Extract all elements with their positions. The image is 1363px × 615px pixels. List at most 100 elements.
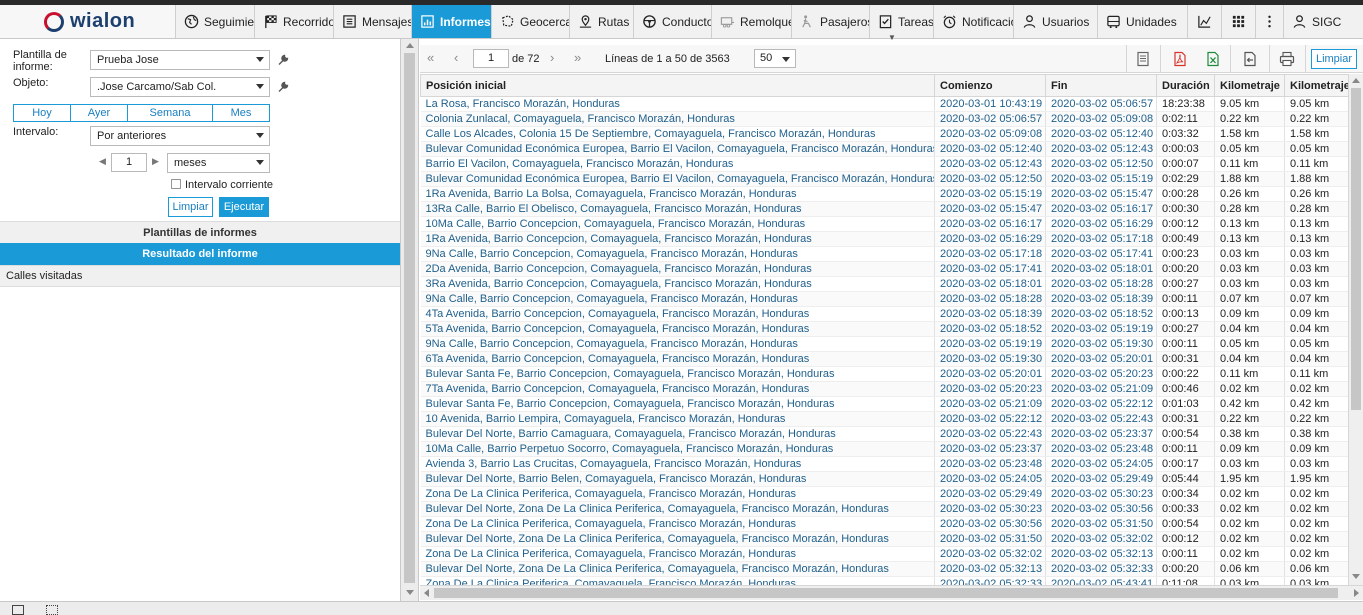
table-row[interactable]: Zona De La Clinica Periferica, Comayague… — [420, 486, 1348, 502]
end-time-cell[interactable]: 2020-03-02 05:15:19 — [1045, 171, 1157, 187]
tab-geocercas[interactable]: Geocercas — [492, 5, 570, 38]
start-time-cell[interactable]: 2020-03-02 05:24:05 — [934, 471, 1046, 487]
end-time-cell[interactable]: 2020-03-02 05:29:49 — [1045, 471, 1157, 487]
decrement-arrow-icon[interactable]: ◀ — [99, 156, 106, 167]
column-header-end-time[interactable]: Fin — [1045, 74, 1157, 97]
period-yesterday-button[interactable]: Ayer — [71, 105, 128, 121]
start-time-cell[interactable]: 2020-03-02 05:12:40 — [934, 141, 1046, 157]
scroll-up-icon[interactable] — [406, 43, 414, 48]
page-size-select[interactable]: 50 — [754, 49, 796, 68]
last-page-icon[interactable]: » — [574, 50, 581, 65]
table-row[interactable]: 6Ta Avenida, Barrio Concepcion, Comayagu… — [420, 351, 1348, 367]
start-position-cell[interactable]: 6Ta Avenida, Barrio Concepcion, Comayagu… — [420, 351, 935, 367]
start-position-cell[interactable]: 9Na Calle, Barrio Concepcion, Comayaguel… — [420, 246, 935, 262]
stats-button[interactable] — [1188, 5, 1222, 38]
table-row[interactable]: 10 Avenida, Barrio Lempira, Comayaguela,… — [420, 411, 1348, 427]
end-time-cell[interactable]: 2020-03-02 05:18:28 — [1045, 276, 1157, 292]
end-time-cell[interactable]: 2020-03-02 05:16:29 — [1045, 216, 1157, 232]
end-time-cell[interactable]: 2020-03-02 05:30:23 — [1045, 486, 1157, 502]
clear-report-button[interactable]: Limpiar — [1311, 49, 1357, 69]
start-position-cell[interactable]: Bulevar Del Norte, Zona De La Clinica Pe… — [420, 531, 935, 547]
table-row[interactable]: Colonia Zunlacal, Comayaguela, Francisco… — [420, 111, 1348, 127]
start-time-cell[interactable]: 2020-03-02 05:29:49 — [934, 486, 1046, 502]
end-time-cell[interactable]: 2020-03-02 05:20:23 — [1045, 366, 1157, 382]
start-time-cell[interactable]: 2020-03-02 05:17:41 — [934, 261, 1046, 277]
tab-mensajes[interactable]: Mensajes — [334, 5, 412, 38]
table-row[interactable]: 10Ma Calle, Barrio Perpetuo Socorro, Com… — [420, 441, 1348, 457]
scroll-down-icon[interactable] — [1352, 574, 1360, 579]
scroll-down-icon[interactable] — [406, 590, 414, 595]
start-position-cell[interactable]: 10Ma Calle, Barrio Concepcion, Comayague… — [420, 216, 935, 232]
end-time-cell[interactable]: 2020-03-02 05:24:05 — [1045, 456, 1157, 472]
end-time-cell[interactable]: 2020-03-02 05:18:01 — [1045, 261, 1157, 277]
end-time-cell[interactable]: 2020-03-02 05:09:08 — [1045, 111, 1157, 127]
end-time-cell[interactable]: 2020-03-02 05:12:50 — [1045, 156, 1157, 172]
start-position-cell[interactable]: Barrio El Vacilon, Comayaguela, Francisc… — [420, 156, 935, 172]
table-row[interactable]: Bulevar Comunidad Económica Europea, Bar… — [420, 171, 1348, 187]
end-time-cell[interactable]: 2020-03-02 05:21:09 — [1045, 381, 1157, 397]
table-row[interactable]: 9Na Calle, Barrio Concepcion, Comayaguel… — [420, 291, 1348, 307]
end-time-cell[interactable]: 2020-03-02 05:43:41 — [1045, 576, 1157, 585]
wialon-logo[interactable]: wialon — [0, 5, 176, 38]
start-position-cell[interactable]: 13Ra Calle, Barrio El Obelisco, Comayagu… — [420, 201, 935, 217]
start-position-cell[interactable]: Colonia Zunlacal, Comayaguela, Francisco… — [420, 111, 935, 127]
table-row[interactable]: 9Na Calle, Barrio Concepcion, Comayaguel… — [420, 336, 1348, 352]
start-position-cell[interactable]: Bulevar Santa Fe, Barrio Concepcion, Com… — [420, 366, 935, 382]
current-interval-checkbox[interactable] — [171, 179, 181, 189]
start-position-cell[interactable]: 4Ta Avenida, Barrio Concepcion, Comayagu… — [420, 306, 935, 322]
apps-grid-button[interactable] — [1222, 5, 1256, 38]
report-result-section[interactable]: Resultado del informe — [0, 243, 400, 265]
grid-layout-icon[interactable] — [46, 605, 58, 615]
prev-page-icon[interactable]: ‹ — [454, 50, 458, 65]
scroll-left-icon[interactable] — [424, 589, 429, 597]
export-back-button[interactable] — [1239, 48, 1261, 70]
start-time-cell[interactable]: 2020-03-02 05:23:37 — [934, 441, 1046, 457]
export-pdf-button[interactable] — [1169, 48, 1191, 70]
start-time-cell[interactable]: 2020-03-02 05:19:30 — [934, 351, 1046, 367]
table-row[interactable]: 10Ma Calle, Barrio Concepcion, Comayague… — [420, 216, 1348, 232]
end-time-cell[interactable]: 2020-03-02 05:16:17 — [1045, 201, 1157, 217]
end-time-cell[interactable]: 2020-03-02 05:23:48 — [1045, 441, 1157, 457]
run-report-button[interactable]: Ejecutar — [219, 197, 269, 217]
tab-pasajeros[interactable]: Pasajeros — [792, 5, 870, 38]
start-position-cell[interactable]: Zona De La Clinica Periferica, Comayague… — [420, 576, 935, 585]
table-row[interactable]: Bulevar Del Norte, Zona De La Clinica Pe… — [420, 531, 1348, 547]
column-header-mileage[interactable]: Kilometraje — [1214, 74, 1285, 97]
end-time-cell[interactable]: 2020-03-02 05:18:39 — [1045, 291, 1157, 307]
start-position-cell[interactable]: Bulevar Del Norte, Zona De La Clinica Pe… — [420, 501, 935, 517]
end-time-cell[interactable]: 2020-03-02 05:20:01 — [1045, 351, 1157, 367]
start-time-cell[interactable]: 2020-03-02 05:21:09 — [934, 396, 1046, 412]
start-position-cell[interactable]: Zona De La Clinica Periferica, Comayague… — [420, 486, 935, 502]
end-time-cell[interactable]: 2020-03-02 05:23:37 — [1045, 426, 1157, 442]
start-position-cell[interactable]: 10Ma Calle, Barrio Perpetuo Socorro, Com… — [420, 441, 935, 457]
panel-layout-icon[interactable] — [12, 605, 24, 615]
end-time-cell[interactable]: 2020-03-02 05:22:43 — [1045, 411, 1157, 427]
tab-remolques[interactable]: Remolques — [712, 5, 792, 38]
start-time-cell[interactable]: 2020-03-02 05:32:02 — [934, 546, 1046, 562]
start-time-cell[interactable]: 2020-03-02 05:20:23 — [934, 381, 1046, 397]
start-time-cell[interactable]: 2020-03-02 05:06:57 — [934, 111, 1046, 127]
table-row[interactable]: Bulevar Santa Fe, Barrio Concepcion, Com… — [420, 366, 1348, 382]
table-row[interactable]: 1Ra Avenida, Barrio La Bolsa, Comayaguel… — [420, 186, 1348, 202]
start-position-cell[interactable]: 1Ra Avenida, Barrio Concepcion, Comayagu… — [420, 231, 935, 247]
column-header-adjusted-mileage[interactable]: Kilometraje (ajustado) — [1284, 74, 1348, 97]
end-time-cell[interactable]: 2020-03-02 05:06:57 — [1045, 96, 1157, 112]
interval-count-input[interactable]: 1 — [111, 153, 147, 172]
end-time-cell[interactable]: 2020-03-02 05:31:50 — [1045, 516, 1157, 532]
first-page-icon[interactable]: « — [427, 50, 434, 65]
end-time-cell[interactable]: 2020-03-02 05:19:19 — [1045, 321, 1157, 337]
end-time-cell[interactable]: 2020-03-02 05:32:33 — [1045, 561, 1157, 577]
start-position-cell[interactable]: Bulevar Santa Fe, Barrio Concepcion, Com… — [420, 396, 935, 412]
end-time-cell[interactable]: 2020-03-02 05:18:52 — [1045, 306, 1157, 322]
table-row[interactable]: 2Da Avenida, Barrio Concepcion, Comayagu… — [420, 261, 1348, 277]
end-time-cell[interactable]: 2020-03-02 05:12:43 — [1045, 141, 1157, 157]
tab-informes[interactable]: Informes — [412, 5, 492, 38]
print-preview-button[interactable] — [1132, 48, 1154, 70]
column-header-start-position[interactable]: Posición inicial — [420, 74, 935, 97]
scrollbar-thumb[interactable] — [404, 53, 415, 583]
end-time-cell[interactable]: 2020-03-02 05:30:56 — [1045, 501, 1157, 517]
start-position-cell[interactable]: 2Da Avenida, Barrio Concepcion, Comayagu… — [420, 261, 935, 277]
export-excel-button[interactable] — [1202, 48, 1224, 70]
start-time-cell[interactable]: 2020-03-02 05:20:01 — [934, 366, 1046, 382]
end-time-cell[interactable]: 2020-03-02 05:12:40 — [1045, 126, 1157, 142]
